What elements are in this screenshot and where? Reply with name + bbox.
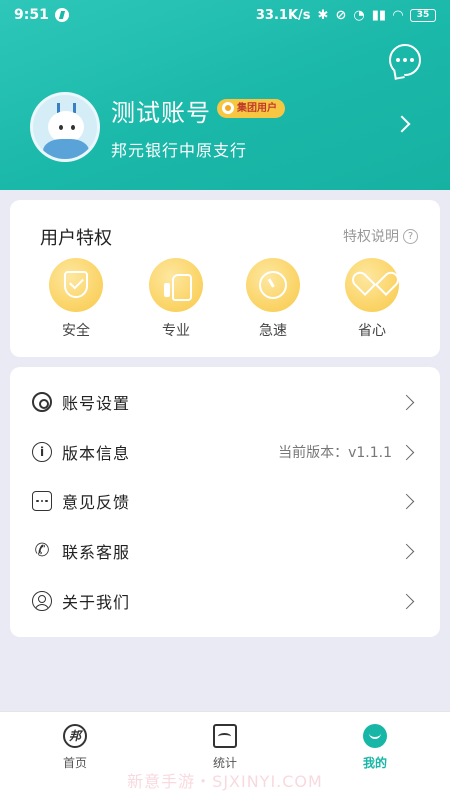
menu-item-contact-support[interactable]: ✆ 联系客服 <box>10 527 440 575</box>
chat-icon <box>32 491 52 511</box>
privileges-title: 用户特权 <box>40 228 112 249</box>
privilege-label: 专业 <box>162 323 190 339</box>
settings-menu: 账号设置 i 版本信息 当前版本：v1.1.1 意见反馈 ✆ 联系客服 关于我们 <box>10 367 440 637</box>
heart-icon <box>361 273 383 295</box>
shield-check-icon <box>64 271 88 298</box>
privilege-item-safety[interactable]: 安全 <box>46 258 106 340</box>
wifi-icon: ◠ <box>393 7 403 23</box>
network-speed: 33.1K/s <box>255 7 311 23</box>
menu-item-label: 版本信息 <box>62 444 131 463</box>
chevron-right-icon <box>398 444 415 460</box>
home-icon: 邦 <box>63 724 87 748</box>
privilege-label: 安全 <box>62 323 90 339</box>
privilege-item-speed[interactable]: 急速 <box>243 258 303 340</box>
privilege-label: 急速 <box>259 323 287 339</box>
profile-chevron-right-icon[interactable] <box>393 115 411 133</box>
current-version: 当前版本：v1.1.1 <box>278 445 392 461</box>
privileges-card: 用户特权 特权说明 ? 安全 专业 急速 省心 <box>10 200 440 357</box>
notification-icon <box>54 8 69 22</box>
status-time: 9:51 <box>14 7 49 23</box>
tab-home[interactable]: 邦 首页 <box>45 724 105 771</box>
menu-item-label: 关于我们 <box>62 593 131 612</box>
message-icon <box>396 58 400 62</box>
bluetooth-icon: ✱ <box>317 7 329 23</box>
menu-item-label: 意见反馈 <box>62 493 131 512</box>
tab-stats[interactable]: 统计 <box>195 724 255 771</box>
thumbs-up-icon <box>164 272 192 301</box>
privilege-item-worry-free[interactable]: 省心 <box>342 258 402 340</box>
profile-header: 9:51 33.1K/s ✱ ⊘ ◔ ▮▮ ◠ 35 测试账号 集团用户 邦元银… <box>0 0 450 190</box>
privileges-help-label: 特权说明 <box>343 229 399 245</box>
speed-dial-icon <box>259 271 287 299</box>
gear-icon <box>32 392 52 412</box>
chevron-right-icon <box>398 394 415 410</box>
status-bar: 9:51 33.1K/s ✱ ⊘ ◔ ▮▮ ◠ 35 <box>0 0 450 30</box>
tab-mine[interactable]: 我的 <box>345 724 405 771</box>
user-type-badge: 集团用户 <box>217 99 285 118</box>
question-icon: ? <box>403 228 418 244</box>
chevron-right-icon <box>398 593 415 609</box>
message-button[interactable] <box>389 44 421 76</box>
info-icon: i <box>32 442 52 462</box>
badge-label: 集团用户 <box>237 103 277 114</box>
user-icon <box>32 591 52 611</box>
menu-item-about-us[interactable]: 关于我们 <box>10 577 440 625</box>
mine-icon <box>363 724 387 748</box>
privileges-help-link[interactable]: 特权说明 ? <box>343 226 418 246</box>
mute-icon: ⊘ <box>335 7 347 23</box>
menu-item-label: 联系客服 <box>62 543 131 562</box>
privilege-label: 省心 <box>358 323 386 339</box>
chevron-right-icon <box>398 493 415 509</box>
signal-icon: ▮▮ <box>371 7 386 23</box>
menu-item-label: 账号设置 <box>62 394 131 413</box>
privilege-item-professional[interactable]: 专业 <box>146 258 206 340</box>
menu-item-feedback[interactable]: 意见反馈 <box>10 477 440 525</box>
avatar[interactable] <box>30 92 100 162</box>
chevron-right-icon <box>398 543 415 559</box>
bank-name: 邦元银行中原支行 <box>111 141 248 160</box>
user-name: 测试账号 <box>111 99 211 127</box>
alarm-icon: ◔ <box>353 7 365 23</box>
watermark: 新意手游・SJXINYI.COM <box>127 772 323 791</box>
badge-icon <box>222 102 234 114</box>
menu-item-version-info[interactable]: i 版本信息 当前版本：v1.1.1 <box>10 428 440 476</box>
stats-icon <box>213 724 237 748</box>
phone-icon: ✆ <box>34 540 50 561</box>
battery-icon: 35 <box>410 8 436 22</box>
menu-item-account-settings[interactable]: 账号设置 <box>10 378 440 426</box>
